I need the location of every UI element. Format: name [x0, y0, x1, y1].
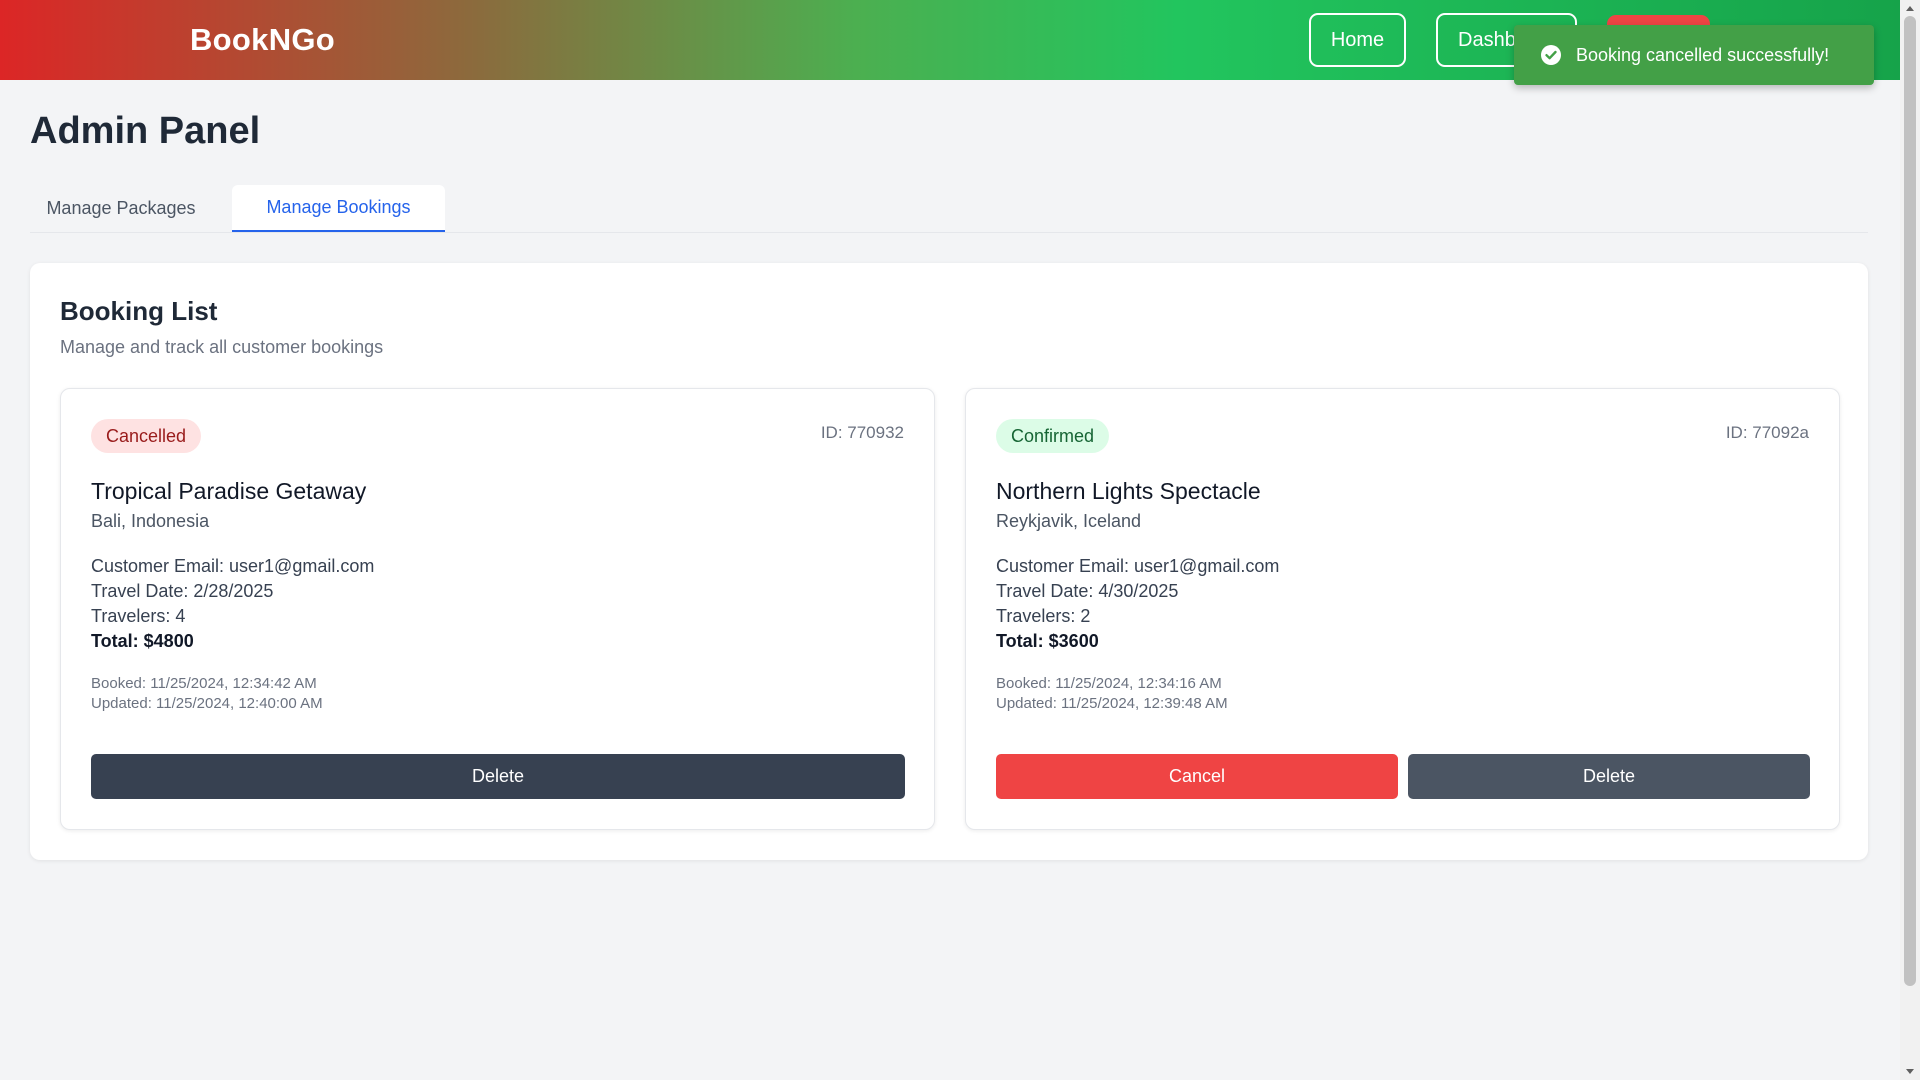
booking-card: Cancelled ID: 770932 Tropical Paradise G…	[60, 388, 935, 830]
scrollbar-thumb[interactable]	[1904, 16, 1916, 986]
scroll-down-arrow-icon[interactable]	[1906, 1069, 1914, 1074]
booking-total: Total: $3600	[996, 631, 1099, 651]
travelers-count: Travelers: 4	[91, 606, 186, 626]
customer-email: Customer Email: user1@gmail.com	[996, 556, 1280, 576]
delete-button[interactable]: Delete	[1408, 754, 1810, 799]
package-location: Reykjavik, Iceland	[996, 511, 1142, 531]
booking-list-panel: Booking List Manage and track all custom…	[30, 263, 1868, 860]
check-circle-icon	[1540, 44, 1562, 66]
travel-date: Travel Date: 4/30/2025	[996, 581, 1179, 601]
booking-list-subtitle: Manage and track all customer bookings	[60, 337, 384, 357]
home-button[interactable]: Home	[1309, 13, 1406, 67]
booking-id: ID: 770932	[820, 423, 904, 442]
booked-timestamp: Booked: 11/25/2024, 12:34:42 AM	[91, 675, 317, 692]
success-toast[interactable]: Booking cancelled successfully!	[1514, 25, 1874, 85]
brand-logo[interactable]: BookNGo	[190, 22, 335, 58]
status-badge: Confirmed	[996, 419, 1110, 453]
toast-message: Booking cancelled successfully!	[1576, 44, 1830, 65]
booked-timestamp: Booked: 11/25/2024, 12:34:16 AM	[996, 675, 1222, 692]
package-location: Bali, Indonesia	[91, 511, 210, 531]
booking-list-title: Booking List	[60, 296, 218, 326]
delete-button[interactable]: Delete	[91, 754, 905, 799]
cancel-booking-button[interactable]: Cancel	[996, 754, 1398, 799]
page-title: Admin Panel	[30, 110, 261, 152]
package-name: Tropical Paradise Getaway	[91, 478, 367, 504]
booking-card: Confirmed ID: 77092a Northern Lights Spe…	[965, 388, 1840, 830]
admin-tabs: Manage Packages Manage Bookings	[30, 185, 1868, 233]
customer-email: Customer Email: user1@gmail.com	[91, 556, 375, 576]
updated-timestamp: Updated: 11/25/2024, 12:39:48 AM	[996, 695, 1228, 712]
travelers-count: Travelers: 2	[996, 606, 1091, 626]
vertical-scrollbar[interactable]	[1900, 0, 1920, 1080]
travel-date: Travel Date: 2/28/2025	[91, 581, 274, 601]
updated-timestamp: Updated: 11/25/2024, 12:40:00 AM	[91, 695, 323, 712]
tab-manage-bookings[interactable]: Manage Bookings	[232, 185, 445, 232]
tab-manage-packages[interactable]: Manage Packages	[30, 185, 212, 232]
status-badge: Cancelled	[91, 419, 202, 453]
booking-id: ID: 77092a	[1725, 423, 1809, 442]
package-name: Northern Lights Spectacle	[996, 478, 1261, 504]
scroll-up-arrow-icon[interactable]	[1906, 6, 1914, 11]
booking-total: Total: $4800	[91, 631, 194, 651]
